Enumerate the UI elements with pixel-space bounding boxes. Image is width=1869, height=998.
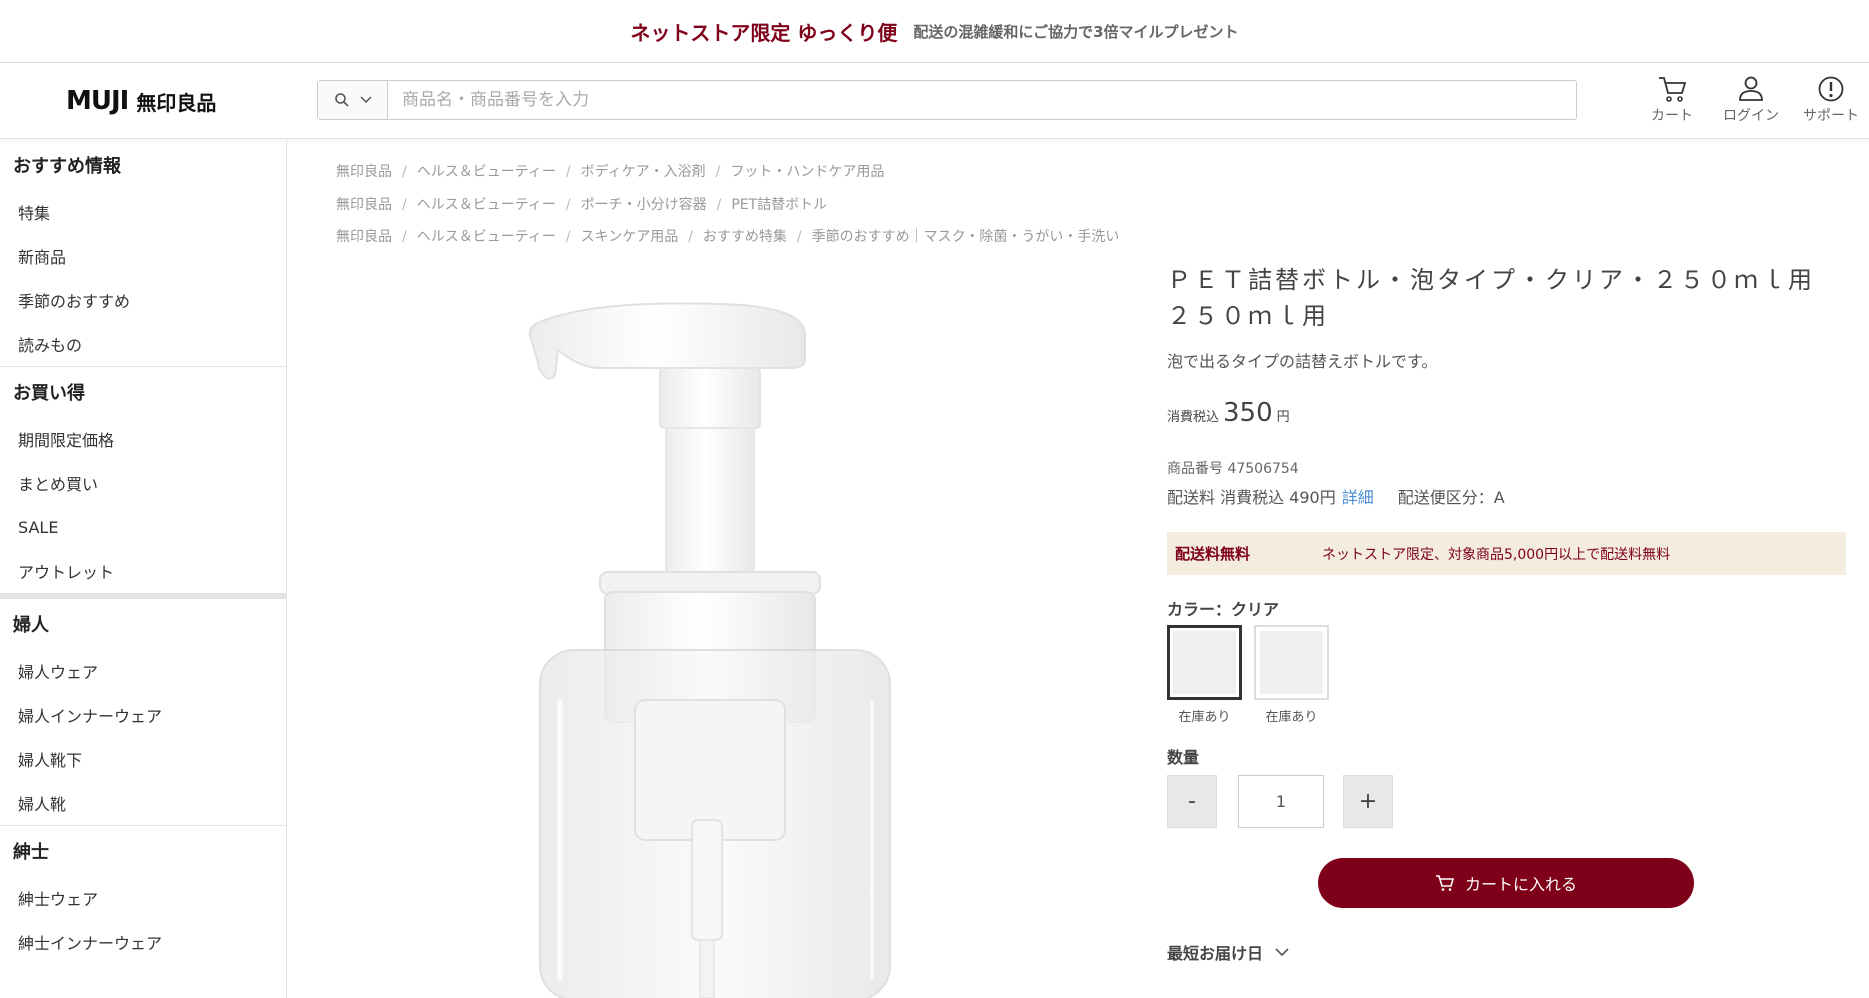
search-icon <box>334 93 349 107</box>
product-sku: 商品番号 47506754 <box>1167 461 1299 477</box>
support-label: サポート <box>1803 108 1859 124</box>
sidebar-item-outlet[interactable]: アウトレット <box>0 549 286 593</box>
search-input[interactable] <box>388 81 1576 119</box>
cart-icon <box>1435 875 1455 891</box>
price-label: 消費税込 <box>1167 410 1220 425</box>
info-icon <box>1818 76 1844 102</box>
sidebar-item-mens-inner[interactable]: 紳士インナーウェア <box>0 920 286 964</box>
cart-link[interactable]: カート <box>1651 75 1693 125</box>
chevron-down-icon <box>1275 947 1289 956</box>
breadcrumb-link[interactable]: 無印良品 <box>336 229 392 245</box>
price-unit: 円 <box>1276 410 1290 425</box>
shipping-class: 配送便区分：A <box>1397 488 1505 507</box>
breadcrumb-link[interactable]: ポーチ・小分け容器 <box>581 197 707 213</box>
sidebar-item-womens-inner[interactable]: 婦人インナーウェア <box>0 693 286 737</box>
breadcrumb: 無印良品 / ヘルス＆ビューティー / ボディケア・入浴剤 / フット・ハンドケア用品 <box>336 164 885 180</box>
cart-icon <box>1659 77 1687 102</box>
add-to-cart-label: カートに入れる <box>1464 875 1577 894</box>
product-title: ＰＥＴ詰替ボトル・泡タイプ・クリア・２５０ｍｌ用 ２５０ｍｌ用 <box>1167 266 1815 330</box>
category-sidebar: おすすめ情報 特集 新商品 季節のおすすめ 読みもの お買い得 期間限定価格 ま… <box>0 140 287 998</box>
breadcrumb-link[interactable]: スキンケア用品 <box>581 229 679 245</box>
color-label: カラー：クリア <box>1167 600 1280 619</box>
search-scope-dropdown[interactable] <box>318 81 388 119</box>
support-link[interactable]: サポート <box>1803 75 1859 125</box>
site-header: MUJI 無印良品 カート ログイン サポート <box>0 63 1869 139</box>
login-link[interactable]: ログイン <box>1723 75 1779 125</box>
sidebar-section-title: 紳士 <box>13 842 49 863</box>
add-to-cart-button[interactable]: カートに入れる <box>1318 858 1694 908</box>
login-label: ログイン <box>1723 108 1779 124</box>
free-shipping-notice: 配送料無料 ネットストア限定、対象商品5,000円以上で配送料無料 <box>1167 532 1846 575</box>
quantity-increase-button[interactable]: + <box>1343 775 1393 828</box>
muji-logo[interactable]: MUJI 無印良品 <box>66 86 216 116</box>
search-bar <box>317 80 1577 120</box>
sidebar-section-title: お買い得 <box>13 383 85 404</box>
top-banner[interactable]: ネットストア限定 ゆっくり便 配送の混雑緩和にご協力で3倍マイルプレゼント <box>0 0 1869 63</box>
banner-subtitle: 配送の混雑緩和にご協力で3倍マイルプレゼント <box>913 22 1239 41</box>
sidebar-item-sale[interactable]: SALE <box>0 505 286 549</box>
logo-en: MUJI <box>66 86 129 116</box>
product-description: 泡で出るタイプの詰替えボトルです。 <box>1167 352 1438 371</box>
sidebar-item-seasonal[interactable]: 季節のおすすめ <box>0 278 286 322</box>
sidebar-item-feature[interactable]: 特集 <box>0 190 286 234</box>
breadcrumb-link[interactable]: 無印良品 <box>336 197 392 213</box>
earliest-delivery-toggle[interactable]: 最短お届け日 <box>1167 940 1289 964</box>
sidebar-item-reading[interactable]: 読みもの <box>0 322 286 366</box>
sidebar-item-womens-socks[interactable]: 婦人靴下 <box>0 737 286 781</box>
sidebar-item-womens-shoes[interactable]: 婦人靴 <box>0 781 286 825</box>
price-value: 350 <box>1223 398 1273 428</box>
breadcrumb-link[interactable]: PET詰替ボトル <box>731 197 827 213</box>
chevron-down-icon <box>359 96 372 104</box>
cart-label: カート <box>1651 108 1693 124</box>
color-swatch[interactable] <box>1254 625 1329 700</box>
delivery-label: 最短お届け日 <box>1167 944 1264 963</box>
logo-ja: 無印良品 <box>136 90 217 115</box>
quantity-label: 数量 <box>1167 748 1200 767</box>
quantity-decrease-button[interactable]: - <box>1167 775 1217 828</box>
quantity-input[interactable]: 1 <box>1238 775 1324 828</box>
breadcrumb: 無印良品 / ヘルス＆ビューティー / スキンケア用品 / おすすめ特集 / 季節のおすすめ｜マ… <box>336 229 1120 245</box>
sidebar-item-womens-wear[interactable]: 婦人ウェア <box>0 649 286 693</box>
breadcrumb-link[interactable]: ヘルス＆ビューティー <box>417 229 556 245</box>
sidebar-item-bulk[interactable]: まとめ買い <box>0 461 286 505</box>
breadcrumb-link[interactable]: 季節のおすすめ｜マスク・除菌・うがい・手洗い <box>812 229 1120 245</box>
breadcrumb-link[interactable]: ヘルス＆ビューティー <box>417 197 556 213</box>
sidebar-section-title: おすすめ情報 <box>13 156 121 177</box>
shipping-fee: 配送料 消費税込 490円 <box>1167 488 1336 507</box>
sidebar-item-new[interactable]: 新商品 <box>0 234 286 278</box>
breadcrumb: 無印良品 / ヘルス＆ビューティー / ポーチ・小分け容器 / PET詰替ボトル <box>336 197 828 213</box>
banner-title: ネットストア限定 ゆっくり便 <box>630 20 898 45</box>
breadcrumb-link[interactable]: 無印良品 <box>336 164 392 180</box>
color-swatch-selected[interactable] <box>1167 625 1242 700</box>
sidebar-section-title: 婦人 <box>13 615 49 636</box>
breadcrumb-link[interactable]: おすすめ特集 <box>703 229 787 245</box>
breadcrumb-link[interactable]: ボディケア・入浴剤 <box>581 164 706 180</box>
price: 消費税込 350 円 <box>1167 398 1290 428</box>
sidebar-item-mens-wear[interactable]: 紳士ウェア <box>0 876 286 920</box>
stock-status: 在庫あり <box>1265 710 1318 725</box>
free-shipping-title: 配送料無料 <box>1175 545 1251 563</box>
shipping-details-link[interactable]: 詳細 <box>1342 484 1374 508</box>
product-image <box>460 280 980 998</box>
breadcrumb-link[interactable]: ヘルス＆ビューティー <box>417 164 556 180</box>
free-shipping-text: ネットストア限定、対象商品5,000円以上で配送料無料 <box>1322 546 1671 563</box>
user-icon <box>1739 76 1763 101</box>
stock-status: 在庫あり <box>1178 710 1231 725</box>
breadcrumb-link[interactable]: フット・ハンドケア用品 <box>730 164 884 180</box>
sidebar-item-limited-price[interactable]: 期間限定価格 <box>0 417 286 461</box>
shipping-info: 配送料 消費税込 490円 詳細 配送便区分：A <box>1167 484 1505 508</box>
